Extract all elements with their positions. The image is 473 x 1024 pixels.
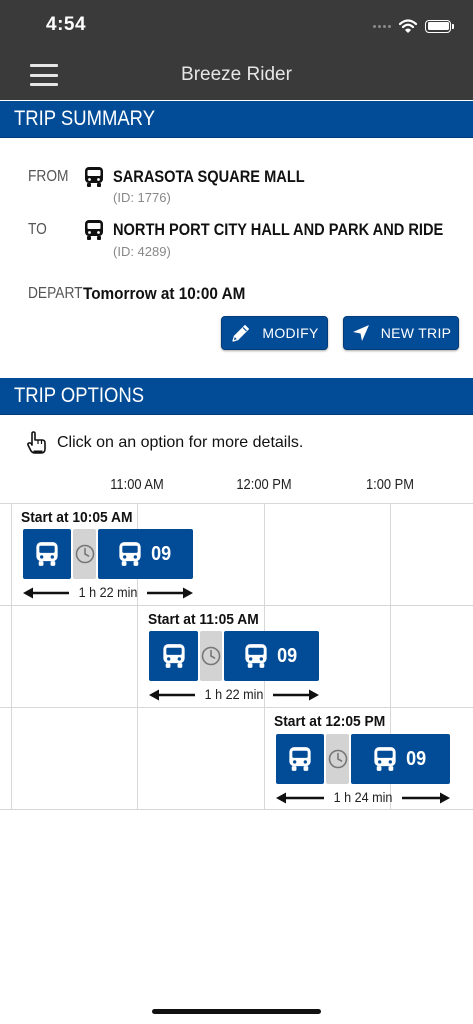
status-icons [373, 15, 454, 37]
bus-segment [23, 529, 71, 579]
bus-icon [85, 220, 103, 240]
start-time-label: Start at 11:05 AM [148, 611, 259, 628]
trip-option-3[interactable]: Start at 12:05 PM 09 1 h 24 min [0, 707, 473, 809]
duration-span: 1 h 22 min [23, 584, 193, 601]
trip-option-1[interactable]: Start at 10:05 AM 09 1 h 22 min [0, 503, 473, 605]
battery-icon [425, 19, 454, 33]
bus-icon [119, 542, 142, 566]
route-number: 09 [277, 644, 298, 667]
bus-icon [85, 167, 103, 187]
top-bar: 4:54 Breeze Rider [0, 0, 473, 100]
wait-segment [73, 529, 96, 579]
bus-icon [36, 542, 58, 566]
wifi-icon [399, 19, 417, 33]
bus-segment: 09 [98, 529, 193, 579]
cellular-dots-icon [373, 24, 391, 28]
bus-icon [289, 747, 311, 771]
trip-options-heading: TRIP OPTIONS [14, 384, 145, 407]
status-time: 4:54 [46, 14, 87, 35]
duration-text: 1 h 22 min [78, 584, 138, 600]
route-number: 09 [151, 542, 172, 565]
wait-segment [326, 734, 349, 784]
pencil-icon [232, 325, 250, 342]
depart-label: DEPART [28, 285, 83, 302]
from-stop-name: SARASOTA SQUARE MALL [113, 167, 305, 186]
clock-icon [75, 544, 94, 564]
bus-icon [374, 747, 397, 771]
bus-segment [276, 734, 324, 784]
to-label: TO [28, 221, 47, 238]
new-trip-label: NEW TRIP [380, 325, 452, 341]
pointing-hand-icon [27, 431, 46, 454]
home-indicator[interactable] [152, 1009, 321, 1014]
hint-text: Click on an option for more details. [57, 434, 304, 451]
app-screen: 4:54 Breeze Rider TRIP SUMMARY FROM SARA… [0, 0, 473, 1024]
trip-options-header: TRIP OPTIONS [0, 378, 473, 415]
start-time-label: Start at 10:05 AM [21, 509, 133, 526]
grid-line [0, 809, 473, 810]
from-label: FROM [28, 168, 69, 185]
start-time-label: Start at 12:05 PM [274, 713, 386, 730]
time-label: 11:00 AM [110, 476, 164, 493]
duration-span: 1 h 24 min [276, 789, 450, 806]
to-stop-id: (ID: 4289) [113, 244, 171, 259]
modify-button[interactable]: MODIFY [221, 316, 328, 350]
bus-segment: 09 [224, 631, 319, 681]
clock-icon [201, 646, 221, 666]
new-trip-button[interactable]: NEW TRIP [343, 316, 459, 350]
bus-icon [162, 644, 185, 668]
navigation-arrow-icon [352, 325, 369, 341]
bus-icon [245, 644, 268, 668]
trip-option-2[interactable]: Start at 11:05 AM 09 1 h 22 min [0, 605, 473, 707]
wait-segment [200, 631, 222, 681]
trip-summary-heading: TRIP SUMMARY [14, 107, 156, 130]
to-stop-name: NORTH PORT CITY HALL AND PARK AND RIDE [113, 220, 444, 239]
depart-value: Tomorrow at 10:00 AM [83, 284, 246, 303]
from-stop-id: (ID: 1776) [113, 190, 171, 205]
route-number: 09 [406, 747, 427, 770]
duration-text: 1 h 24 min [333, 789, 393, 805]
bus-segment: 09 [351, 734, 450, 784]
trip-summary-header: TRIP SUMMARY [0, 101, 473, 138]
duration-text: 1 h 22 min [204, 686, 264, 702]
bus-segment [149, 631, 198, 681]
time-label: 1:00 PM [365, 476, 415, 493]
clock-icon [328, 749, 347, 769]
time-label: 12:00 PM [236, 476, 292, 493]
duration-span: 1 h 22 min [149, 686, 319, 703]
modify-label: MODIFY [262, 325, 319, 341]
app-title: Breeze Rider [181, 64, 292, 85]
